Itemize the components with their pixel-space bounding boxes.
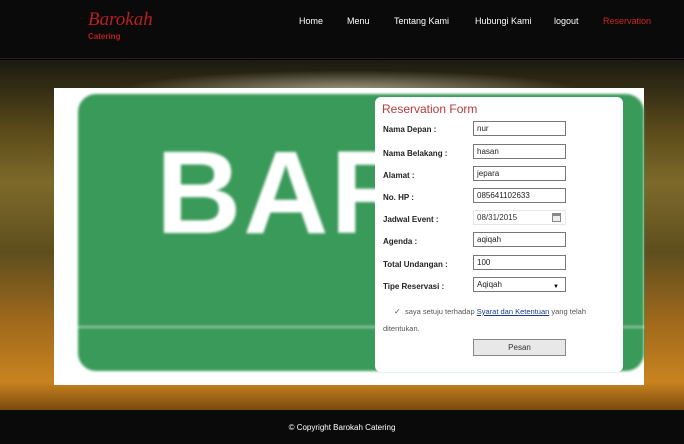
label-nama-belakang: Nama Belakang : [383,149,448,158]
label-jadwal-event: Jadwal Event : [383,215,439,224]
top-navbar: Barokah Catering Home Menu Tentang Kami … [0,0,684,59]
nama-belakang-input[interactable]: hasan [473,144,566,159]
nav-menu[interactable]: Menu [347,16,370,26]
brand-logo[interactable]: Barokah Catering [88,9,153,42]
terms-text-prefix: saya setuju terhadap [405,307,475,316]
chevron-down-icon: ▼ [553,284,559,290]
label-tipe-reservasi: Tipe Reservasi : [383,282,445,291]
terms-agreement: ✓ saya setuju terhadap Syarat dan Ketentu… [383,303,615,337]
nav-reservation[interactable]: Reservation [603,16,651,26]
footer-copyright: © Copyright Barokah Catering [288,423,396,432]
jadwal-event-input[interactable]: 08/31/2015 [473,210,566,225]
terms-link[interactable]: Syarat dan Ketentuan [477,307,550,316]
label-agenda: Agenda : [383,237,418,246]
jadwal-event-value: 08/31/2015 [477,213,518,222]
nav-home[interactable]: Home [299,16,323,26]
brand-name: Barokah [88,9,153,30]
brand-subtitle: Catering [88,32,121,41]
tipe-reservasi-value: Aqiqah [477,280,502,289]
terms-checkbox[interactable]: ✓ [394,308,401,316]
nama-depan-input[interactable]: nur [473,121,566,136]
agenda-input[interactable]: aqiqah [473,232,566,247]
total-undangan-input[interactable]: 100 [473,255,566,270]
calendar-icon[interactable] [552,213,561,222]
no-hp-input[interactable]: 085641102633 [473,188,566,203]
label-nama-depan: Nama Depan : [383,125,437,134]
label-total-undangan: Total Undangan : [383,260,448,269]
label-no-hp: No. HP : [383,193,414,202]
form-title: Reservation Form [382,102,478,116]
nav-tentang-kami[interactable]: Tentang Kami [394,16,449,26]
label-alamat: Alamat : [383,171,415,180]
nav-hubungi-kami[interactable]: Hubungi Kami [475,16,532,26]
alamat-input[interactable]: jepara [473,166,566,181]
nav-logout[interactable]: logout [554,16,579,26]
reservation-form: Reservation Form Nama Depan : nur Nama B… [375,97,623,372]
tipe-reservasi-select[interactable]: Aqiqah ▼ [473,277,566,292]
pesan-button[interactable]: Pesan [473,339,566,356]
footer: © Copyright Barokah Catering [0,410,684,444]
